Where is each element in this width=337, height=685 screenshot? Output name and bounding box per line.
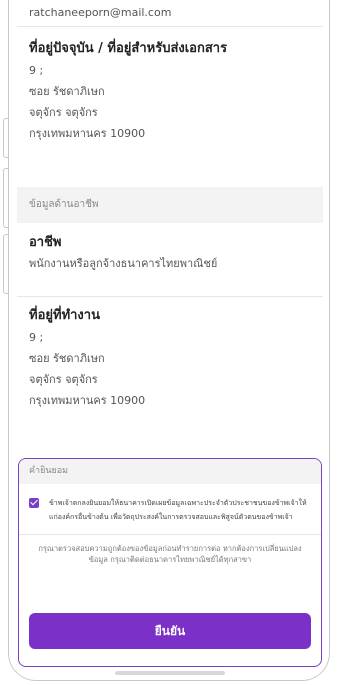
consent-panel: คำยินยอม ข้าพเจ้าตกลงยินยอมให้ธนาคารเปิด… [18, 458, 322, 667]
consent-text: ข้าพเจ้าตกลงยินยอมให้ธนาคารเปิดเผยข้อมูล… [49, 499, 307, 521]
home-indicator [115, 671, 225, 675]
confirm-button[interactable]: ยืนยัน [29, 613, 311, 649]
work-address-block: ที่อยู่ที่ทำงาน 9 ; ซอย รัชดาภิเษก จตุจั… [17, 305, 323, 411]
current-address-title: ที่อยู่ปัจจุบัน / ที่อยู่สำหรับส่งเอกสาร [29, 41, 228, 56]
occupation-value: พนักงานหรือลูกจ้างธนาคารไทยพาณิชย์ [29, 257, 218, 270]
consent-checkbox[interactable] [29, 498, 39, 508]
occupation-section-header: ข้อมูลด้านอาชีพ [17, 187, 323, 223]
work-address-line: ซอย รัชดาภิเษก [29, 352, 105, 365]
current-address-line: ซอย รัชดาภิเษก [29, 85, 105, 98]
work-address-line: จตุจักร จตุจักร [29, 373, 98, 386]
consent-notice: กรุณาตรวจสอบความถูกต้องของข้อมูลก่อนทำรา… [38, 544, 302, 564]
current-address-line: 9 ; [29, 64, 44, 77]
current-address-line: กรุงเทพมหานคร 10900 [29, 127, 146, 140]
consent-header: คำยินยอม [19, 459, 321, 484]
occupation-block: อาชีพ พนักงานหรือลูกจ้างธนาคารไทยพาณิชย์ [17, 233, 323, 274]
work-address-title: ที่อยู่ที่ทำงาน [29, 308, 100, 323]
screen: ratchaneeporn@mail.com ที่อยู่ปัจจุบัน /… [17, 0, 323, 680]
current-address-line: จตุจักร จตุจักร [29, 106, 98, 119]
phone-frame: ratchaneeporn@mail.com ที่อยู่ปัจจุบัน /… [8, 0, 330, 681]
occupation-title: อาชีพ [29, 235, 62, 250]
work-address-line: กรุงเทพมหานคร 10900 [29, 394, 146, 407]
work-address-line: 9 ; [29, 331, 44, 344]
email-value: ratchaneeporn@mail.com [17, 0, 323, 27]
consent-row[interactable]: ข้าพเจ้าตกลงยินยอมให้ธนาคารเปิดเผยข้อมูล… [19, 484, 321, 524]
divider [17, 296, 323, 297]
current-address-block: ที่อยู่ปัจจุบัน / ที่อยู่สำหรับส่งเอกสาร… [17, 38, 323, 144]
